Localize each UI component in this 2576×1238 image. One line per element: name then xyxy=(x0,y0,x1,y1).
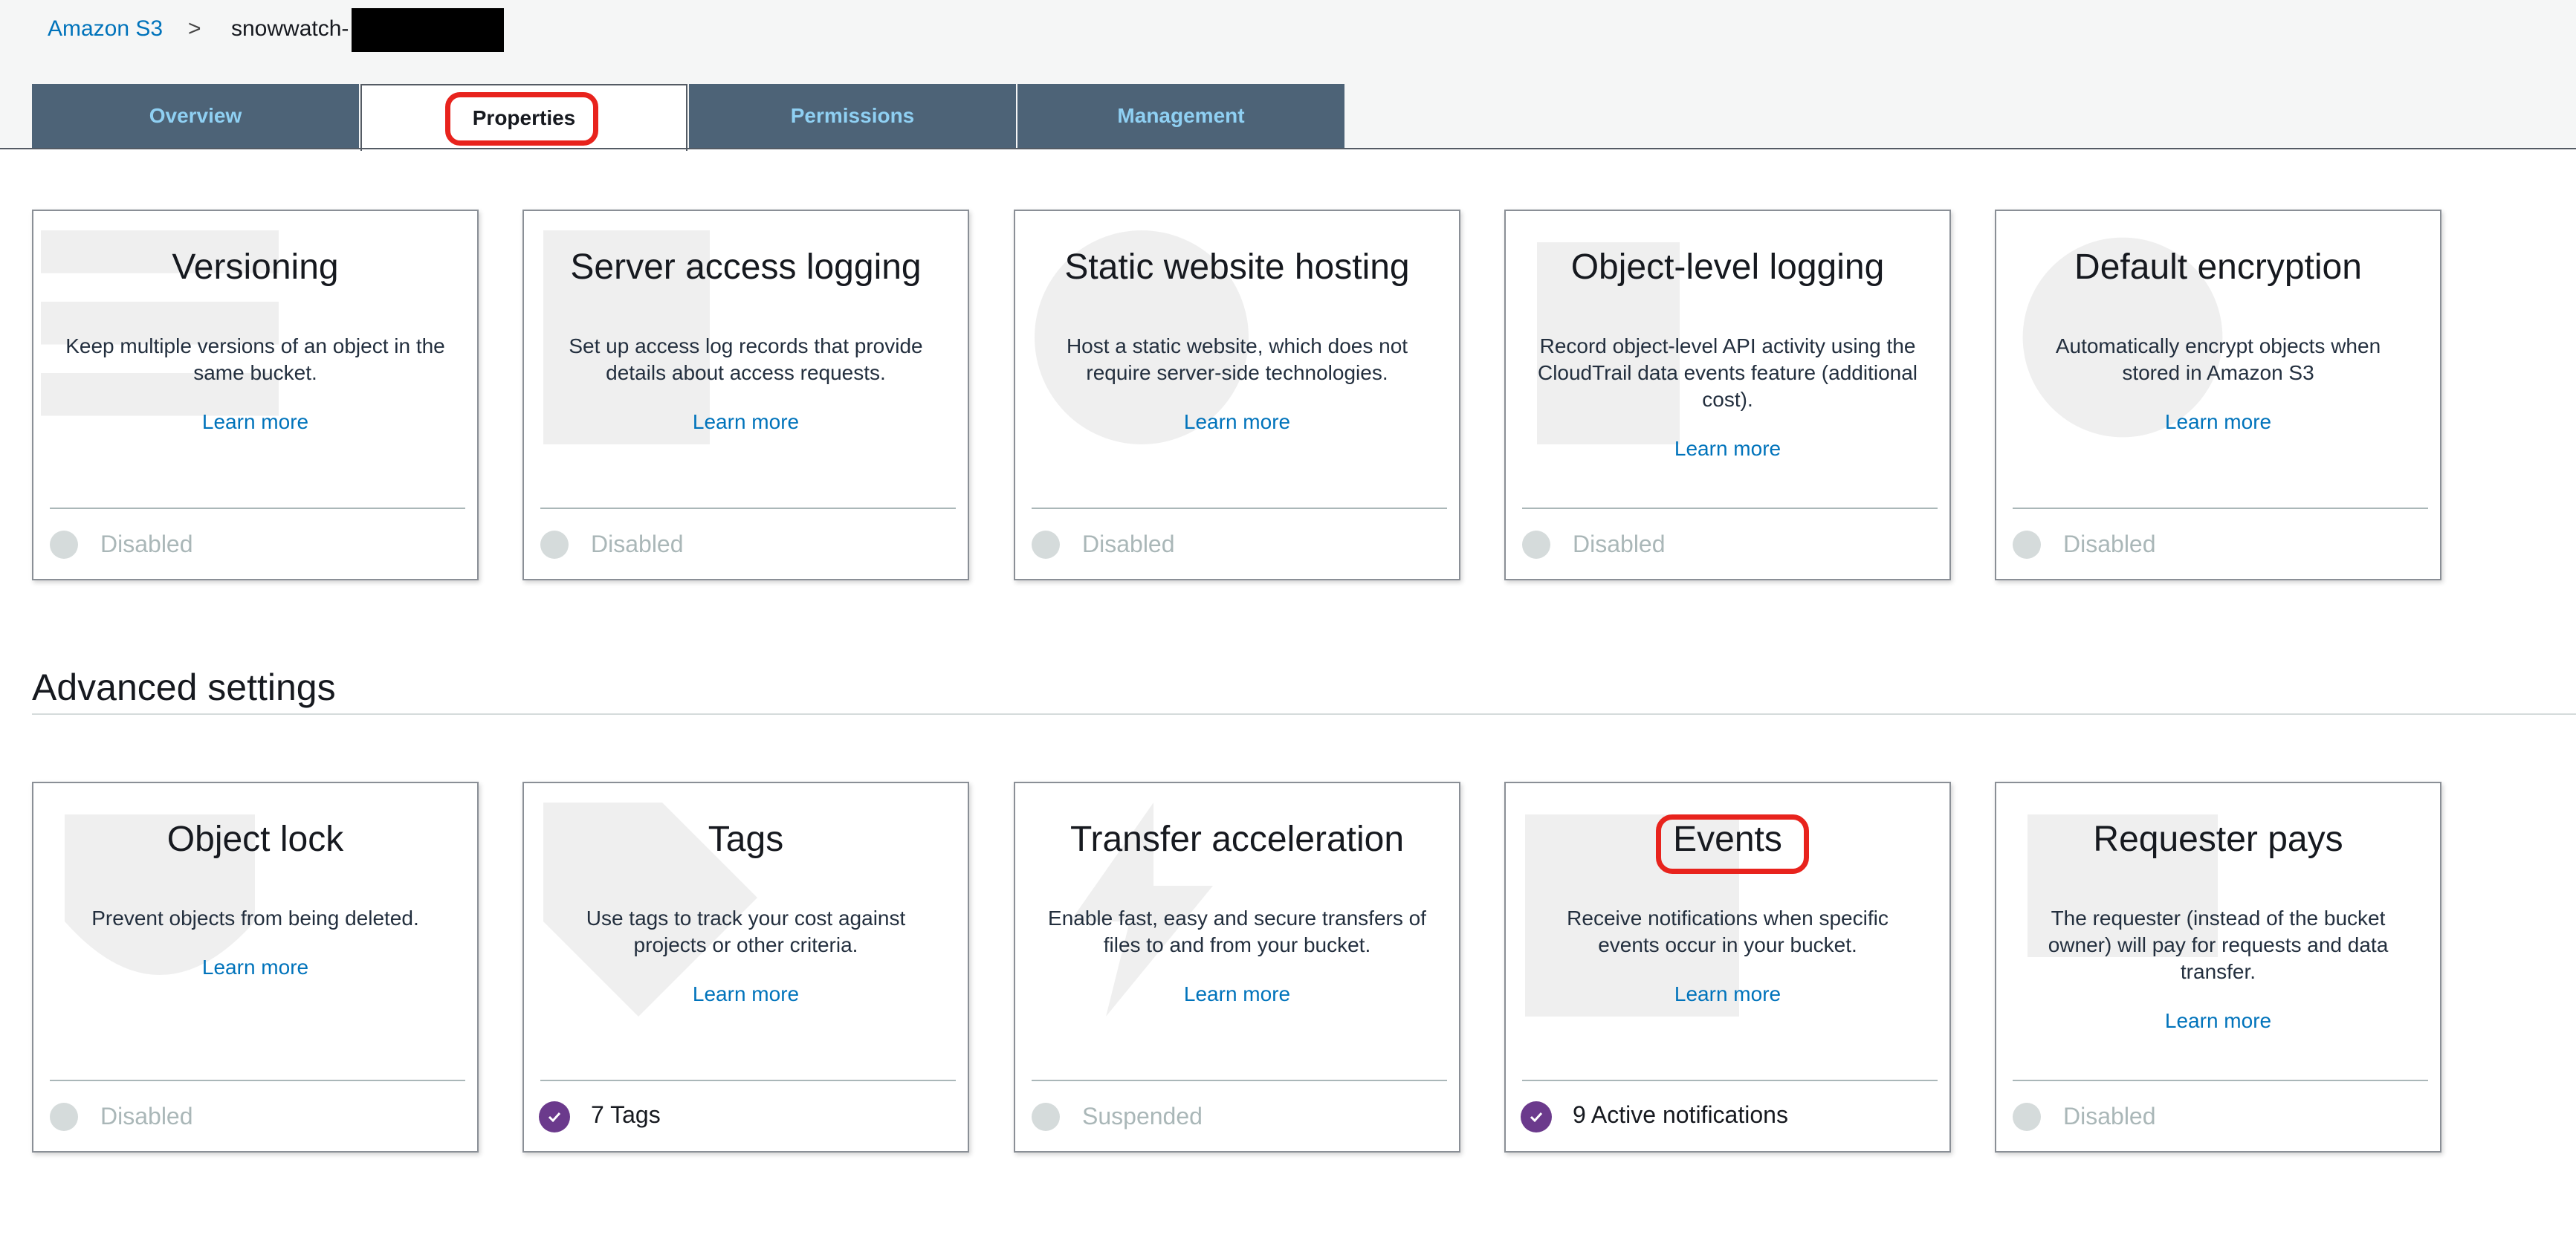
card-divider xyxy=(50,1080,465,1081)
status-disabled-icon xyxy=(1032,1103,1060,1131)
advanced-settings-heading: Advanced settings xyxy=(32,667,336,708)
status-disabled-icon xyxy=(50,531,78,559)
card-title: Object lock xyxy=(166,820,344,859)
card-versioning[interactable]: Versioning Keep multiple versions of an … xyxy=(32,210,479,580)
status-disabled-icon xyxy=(540,531,569,559)
section-divider xyxy=(32,713,2576,715)
card-divider xyxy=(50,508,465,509)
redaction-box xyxy=(352,8,504,52)
card-description: Set up access log records that provide d… xyxy=(569,334,923,384)
card-title: Default encryption xyxy=(2074,247,2362,287)
learn-more-link[interactable]: Learn more xyxy=(1015,410,1459,434)
events-highlight-annotation xyxy=(1656,814,1809,874)
status-enabled-check-icon xyxy=(1521,1101,1552,1132)
card-tags[interactable]: Tags Use tags to track your cost against… xyxy=(522,782,969,1153)
card-title: Server access logging xyxy=(570,247,922,287)
status-text: Disabled xyxy=(1573,531,1666,557)
learn-more-link[interactable]: Learn more xyxy=(1996,1009,2440,1033)
card-description: Record object-level API activity using t… xyxy=(1537,334,1918,411)
tab-permissions[interactable]: Permissions xyxy=(689,84,1016,148)
learn-more-link[interactable]: Learn more xyxy=(1506,982,1949,1006)
card-static-website-hosting[interactable]: Static website hosting Host a static web… xyxy=(1014,210,1460,580)
tab-underline xyxy=(0,148,2576,149)
card-title: Object-level logging xyxy=(1570,247,1885,287)
learn-more-link[interactable]: Learn more xyxy=(524,410,968,434)
status-disabled-icon xyxy=(2013,1103,2041,1131)
card-divider xyxy=(2013,1080,2428,1081)
card-object-lock[interactable]: Object lock Prevent objects from being d… xyxy=(32,782,479,1153)
learn-more-link[interactable]: Learn more xyxy=(33,410,477,434)
learn-more-link[interactable]: Learn more xyxy=(1506,437,1949,461)
card-title: Static website hosting xyxy=(1064,247,1410,287)
card-divider xyxy=(540,508,956,509)
chevron-right-icon: > xyxy=(188,16,201,41)
card-description: Host a static website, which does not re… xyxy=(1066,334,1408,384)
card-title: Transfer acceleration xyxy=(1069,820,1405,859)
card-title: Tags xyxy=(708,820,784,859)
learn-more-link[interactable]: Learn more xyxy=(33,956,477,979)
card-title: Versioning xyxy=(172,247,339,287)
status-text: Disabled xyxy=(2063,1103,2156,1130)
status-text: 9 Active notifications xyxy=(1573,1101,1788,1128)
learn-more-link[interactable]: Learn more xyxy=(1015,982,1459,1006)
card-description: Enable fast, easy and secure transfers o… xyxy=(1048,907,1426,956)
status-text: Disabled xyxy=(1082,531,1175,557)
card-object-level-logging[interactable]: Object-level logging Record object-level… xyxy=(1504,210,1951,580)
card-description: Receive notifications when specific even… xyxy=(1567,907,1889,956)
card-default-encryption[interactable]: Default encryption Automatically encrypt… xyxy=(1995,210,2441,580)
status-text: Suspended xyxy=(1082,1103,1203,1130)
status-text: 7 Tags xyxy=(591,1101,661,1128)
card-divider xyxy=(2013,508,2428,509)
status-disabled-icon xyxy=(2013,531,2041,559)
card-transfer-acceleration[interactable]: Transfer acceleration Enable fast, easy … xyxy=(1014,782,1460,1153)
card-description: The requester (instead of the bucket own… xyxy=(2048,907,2389,983)
card-server-access-logging[interactable]: Server access logging Set up access log … xyxy=(522,210,969,580)
status-disabled-icon xyxy=(1522,531,1550,559)
status-text: Disabled xyxy=(100,531,193,557)
card-description: Use tags to track your cost against proj… xyxy=(586,907,906,956)
properties-highlight-annotation xyxy=(445,92,598,146)
card-divider xyxy=(540,1080,956,1081)
status-text: Disabled xyxy=(2063,531,2156,557)
tab-management[interactable]: Management xyxy=(1017,84,1344,148)
status-enabled-check-icon xyxy=(539,1101,570,1132)
card-requester-pays[interactable]: Requester pays The requester (instead of… xyxy=(1995,782,2441,1153)
status-text: Disabled xyxy=(100,1103,193,1130)
tab-overview[interactable]: Overview xyxy=(32,84,359,148)
learn-more-link[interactable]: Learn more xyxy=(1996,410,2440,434)
card-divider xyxy=(1032,1080,1447,1081)
breadcrumb-bucket-name: snowwatch- xyxy=(231,16,349,41)
learn-more-link[interactable]: Learn more xyxy=(524,982,968,1006)
breadcrumb-amazon-s3-link[interactable]: Amazon S3 xyxy=(48,16,163,42)
card-description: Prevent objects from being deleted. xyxy=(91,907,419,930)
status-disabled-icon xyxy=(50,1103,78,1131)
status-text: Disabled xyxy=(591,531,684,557)
card-divider xyxy=(1522,508,1938,509)
card-divider xyxy=(1032,508,1447,509)
status-disabled-icon xyxy=(1032,531,1060,559)
card-description: Automatically encrypt objects when store… xyxy=(2055,334,2381,384)
card-divider xyxy=(1522,1080,1938,1081)
card-title: Requester pays xyxy=(2093,820,2343,859)
card-description: Keep multiple versions of an object in t… xyxy=(65,334,445,384)
